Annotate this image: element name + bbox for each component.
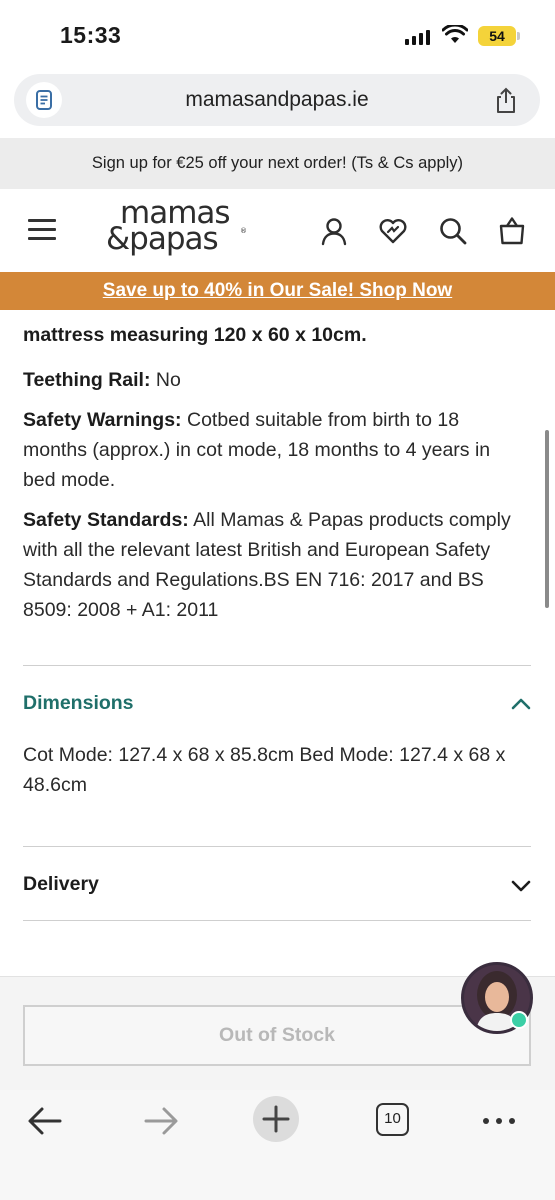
signal-icon [405,30,430,45]
out-of-stock-button[interactable]: Out of Stock [23,1005,531,1066]
logo-line2: &papas [106,221,219,257]
logo-mark: ® [240,227,247,235]
search-icon[interactable] [437,215,469,247]
share-icon[interactable] [492,86,520,114]
status-bar: 15:33 54 [0,0,555,70]
online-status-dot [510,1011,528,1029]
account-icon[interactable] [318,215,350,247]
tabs-icon[interactable]: 10 [376,1103,409,1136]
divider [23,665,531,666]
divider [23,846,531,847]
delivery-accordion-title[interactable]: Delivery [23,873,99,896]
clipped-text-line [23,312,528,316]
wishlist-icon[interactable] [377,215,409,247]
battery-indicator: 54 [478,26,516,46]
wifi-icon [442,25,468,43]
new-tab-icon[interactable] [253,1096,299,1142]
scrollbar[interactable] [545,430,549,608]
sale-banner-link[interactable]: Save up to 40% in Our Sale! Shop Now [0,272,555,310]
product-specifications: mattress measuring 120 x 60 x 10cm. Teet… [23,312,528,625]
site-header: mamas &papas ® [0,189,555,272]
dimensions-accordion-title[interactable]: Dimensions [23,692,134,715]
safety-warnings-spec: Safety Warnings: Cotbed suitable from bi… [23,409,491,491]
teething-rail-spec: Teething Rail: No [23,369,181,391]
dimensions-text: Cot Mode: 127.4 x 68 x 85.8cm Bed Mode: … [23,744,506,796]
back-icon[interactable] [26,1100,64,1142]
bag-icon[interactable] [496,215,528,247]
browser-toolbar: 10 [0,1090,555,1200]
url-text[interactable]: mamasandpapas.ie [14,88,540,112]
safety-standards-spec: Safety Standards: All Mamas & Papas prod… [23,509,511,621]
chevron-down-icon[interactable] [510,879,532,893]
mattress-spec: mattress measuring 120 x 60 x 10cm. [23,324,367,346]
browser-address-area: mamasandpapas.ie [0,70,555,138]
address-bar[interactable]: mamasandpapas.ie [14,74,540,126]
promo-banner[interactable]: Sign up for €25 off your next order! (Ts… [0,138,555,189]
divider [23,920,531,921]
battery-tip [517,32,520,40]
chevron-up-icon[interactable] [510,697,532,711]
menu-icon[interactable] [28,219,56,241]
forward-icon[interactable] [142,1100,180,1142]
brand-logo[interactable]: mamas &papas ® [106,197,256,263]
more-icon[interactable] [481,1100,517,1142]
status-time: 15:33 [60,22,122,48]
